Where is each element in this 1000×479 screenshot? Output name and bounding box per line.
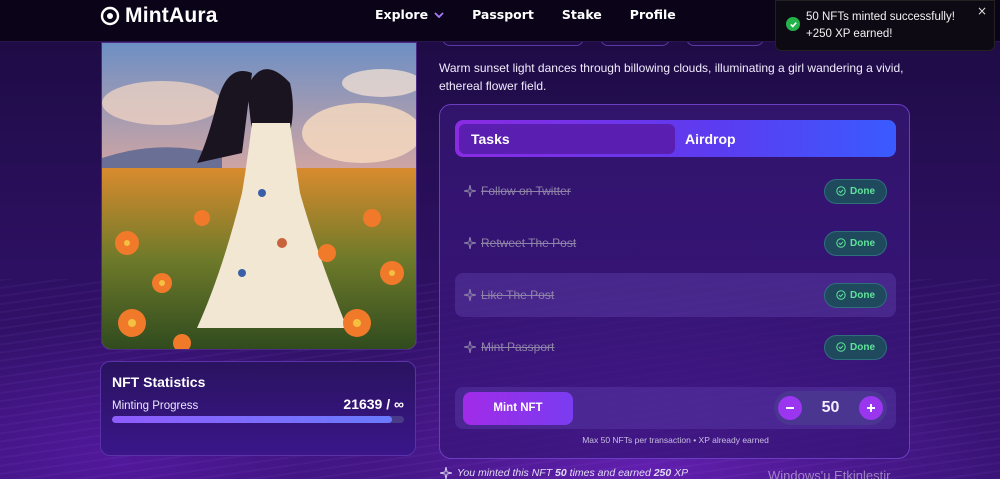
done-label: Done bbox=[850, 341, 875, 353]
tab-airdrop[interactable]: Airdrop bbox=[675, 124, 736, 154]
chevron-down-icon bbox=[434, 11, 444, 18]
quantity-value[interactable]: 50 bbox=[822, 399, 840, 417]
mint-summary: You minted this NFT 50 times and earned … bbox=[440, 467, 688, 479]
stats-title: NFT Statistics bbox=[112, 374, 206, 390]
task-label: Mint Passport bbox=[481, 340, 555, 354]
nav-stake-label: Stake bbox=[561, 7, 602, 22]
toast-line-1: 50 NFTs minted successfully! bbox=[806, 11, 955, 23]
minting-progress-fill bbox=[112, 416, 393, 423]
toast-message: 50 NFTs minted successfully! +250 XP ear… bbox=[806, 9, 955, 50]
done-label: Done bbox=[850, 237, 875, 249]
nav-stake[interactable]: Stake bbox=[562, 7, 602, 22]
toast-line-2: +250 XP earned! bbox=[806, 28, 893, 40]
main-nav: Explore Passport Stake Profile bbox=[375, 7, 676, 22]
minting-progress-value: 21639 / ∞ bbox=[343, 396, 404, 412]
task-item: Like The Post Done bbox=[455, 273, 896, 317]
nav-explore-label: Explore bbox=[375, 7, 429, 22]
sparkle-icon bbox=[464, 341, 476, 353]
tab-tasks[interactable]: Tasks bbox=[459, 123, 675, 154]
quantity-stepper: 50 bbox=[774, 391, 887, 425]
stats-row: Minting Progress 21639 / ∞ bbox=[112, 396, 404, 412]
nft-statistics-card: NFT Statistics Minting Progress 21639 / … bbox=[100, 361, 416, 456]
check-circle-icon bbox=[836, 290, 846, 300]
nav-passport[interactable]: Passport bbox=[472, 7, 534, 22]
success-toast: 50 NFTs minted successfully! +250 XP ear… bbox=[775, 0, 995, 51]
task-item: Mint Passport Done bbox=[455, 325, 896, 369]
check-circle-icon bbox=[836, 238, 846, 248]
sparkle-icon bbox=[464, 289, 476, 301]
done-button[interactable]: Done bbox=[824, 230, 887, 256]
nav-explore[interactable]: Explore bbox=[375, 7, 444, 22]
minting-progress-bar bbox=[112, 416, 404, 423]
mint-row: Mint NFT 50 bbox=[455, 387, 896, 429]
minting-progress-label: Minting Progress bbox=[112, 400, 199, 412]
increment-button[interactable] bbox=[858, 396, 883, 420]
brand-name: MintAura bbox=[125, 4, 218, 27]
summary-prefix: You minted this NFT bbox=[457, 467, 556, 479]
task-label: Like The Post bbox=[481, 288, 555, 302]
mint-nft-button[interactable]: Mint NFT bbox=[463, 391, 573, 425]
summary-xp: 250 bbox=[653, 467, 672, 479]
mint-note: Max 50 NFTs per transaction • XP already… bbox=[582, 435, 769, 445]
check-circle-icon bbox=[786, 17, 800, 31]
nft-description: Warm sunset light dances through billowi… bbox=[439, 61, 904, 93]
activation-watermark: Windows'u Etkinleştir bbox=[768, 468, 891, 479]
done-label: Done bbox=[850, 289, 875, 301]
nft-artwork-illustration bbox=[102, 43, 416, 349]
sparkle-icon bbox=[440, 467, 452, 479]
nav-profile-label: Profile bbox=[629, 7, 676, 22]
done-button[interactable]: Done bbox=[824, 178, 887, 204]
summary-suffix: XP bbox=[671, 467, 689, 479]
task-item: Follow on Twitter Done bbox=[455, 169, 896, 213]
nav-profile[interactable]: Profile bbox=[630, 7, 676, 22]
brand-logo[interactable]: MintAura bbox=[100, 4, 218, 28]
done-button[interactable]: Done bbox=[824, 334, 887, 360]
tab-bar: Tasks Airdrop bbox=[455, 120, 896, 157]
done-button[interactable]: Done bbox=[824, 282, 887, 308]
check-circle-icon bbox=[836, 342, 846, 352]
summary-times: 50 bbox=[555, 467, 567, 479]
task-label: Follow on Twitter bbox=[481, 184, 571, 198]
plus-icon bbox=[866, 404, 875, 412]
minus-icon bbox=[786, 407, 794, 409]
sparkle-icon bbox=[464, 237, 476, 249]
task-panel: Tasks Airdrop Follow on Twitter Done Ret… bbox=[439, 104, 910, 459]
task-label: Retweet The Post bbox=[481, 236, 577, 250]
mint-summary-text: You minted this NFT 50 times and earned … bbox=[457, 467, 688, 479]
decrement-button[interactable] bbox=[778, 396, 802, 420]
sparkle-icon bbox=[464, 185, 476, 197]
nft-artwork bbox=[101, 42, 417, 350]
logo-icon bbox=[100, 6, 120, 26]
summary-middle: times and earned bbox=[566, 467, 654, 479]
task-item: Retweet The Post Done bbox=[455, 221, 896, 265]
nav-passport-label: Passport bbox=[472, 7, 534, 22]
close-icon[interactable]: × bbox=[977, 4, 987, 18]
check-circle-icon bbox=[836, 186, 846, 196]
done-label: Done bbox=[850, 185, 875, 197]
